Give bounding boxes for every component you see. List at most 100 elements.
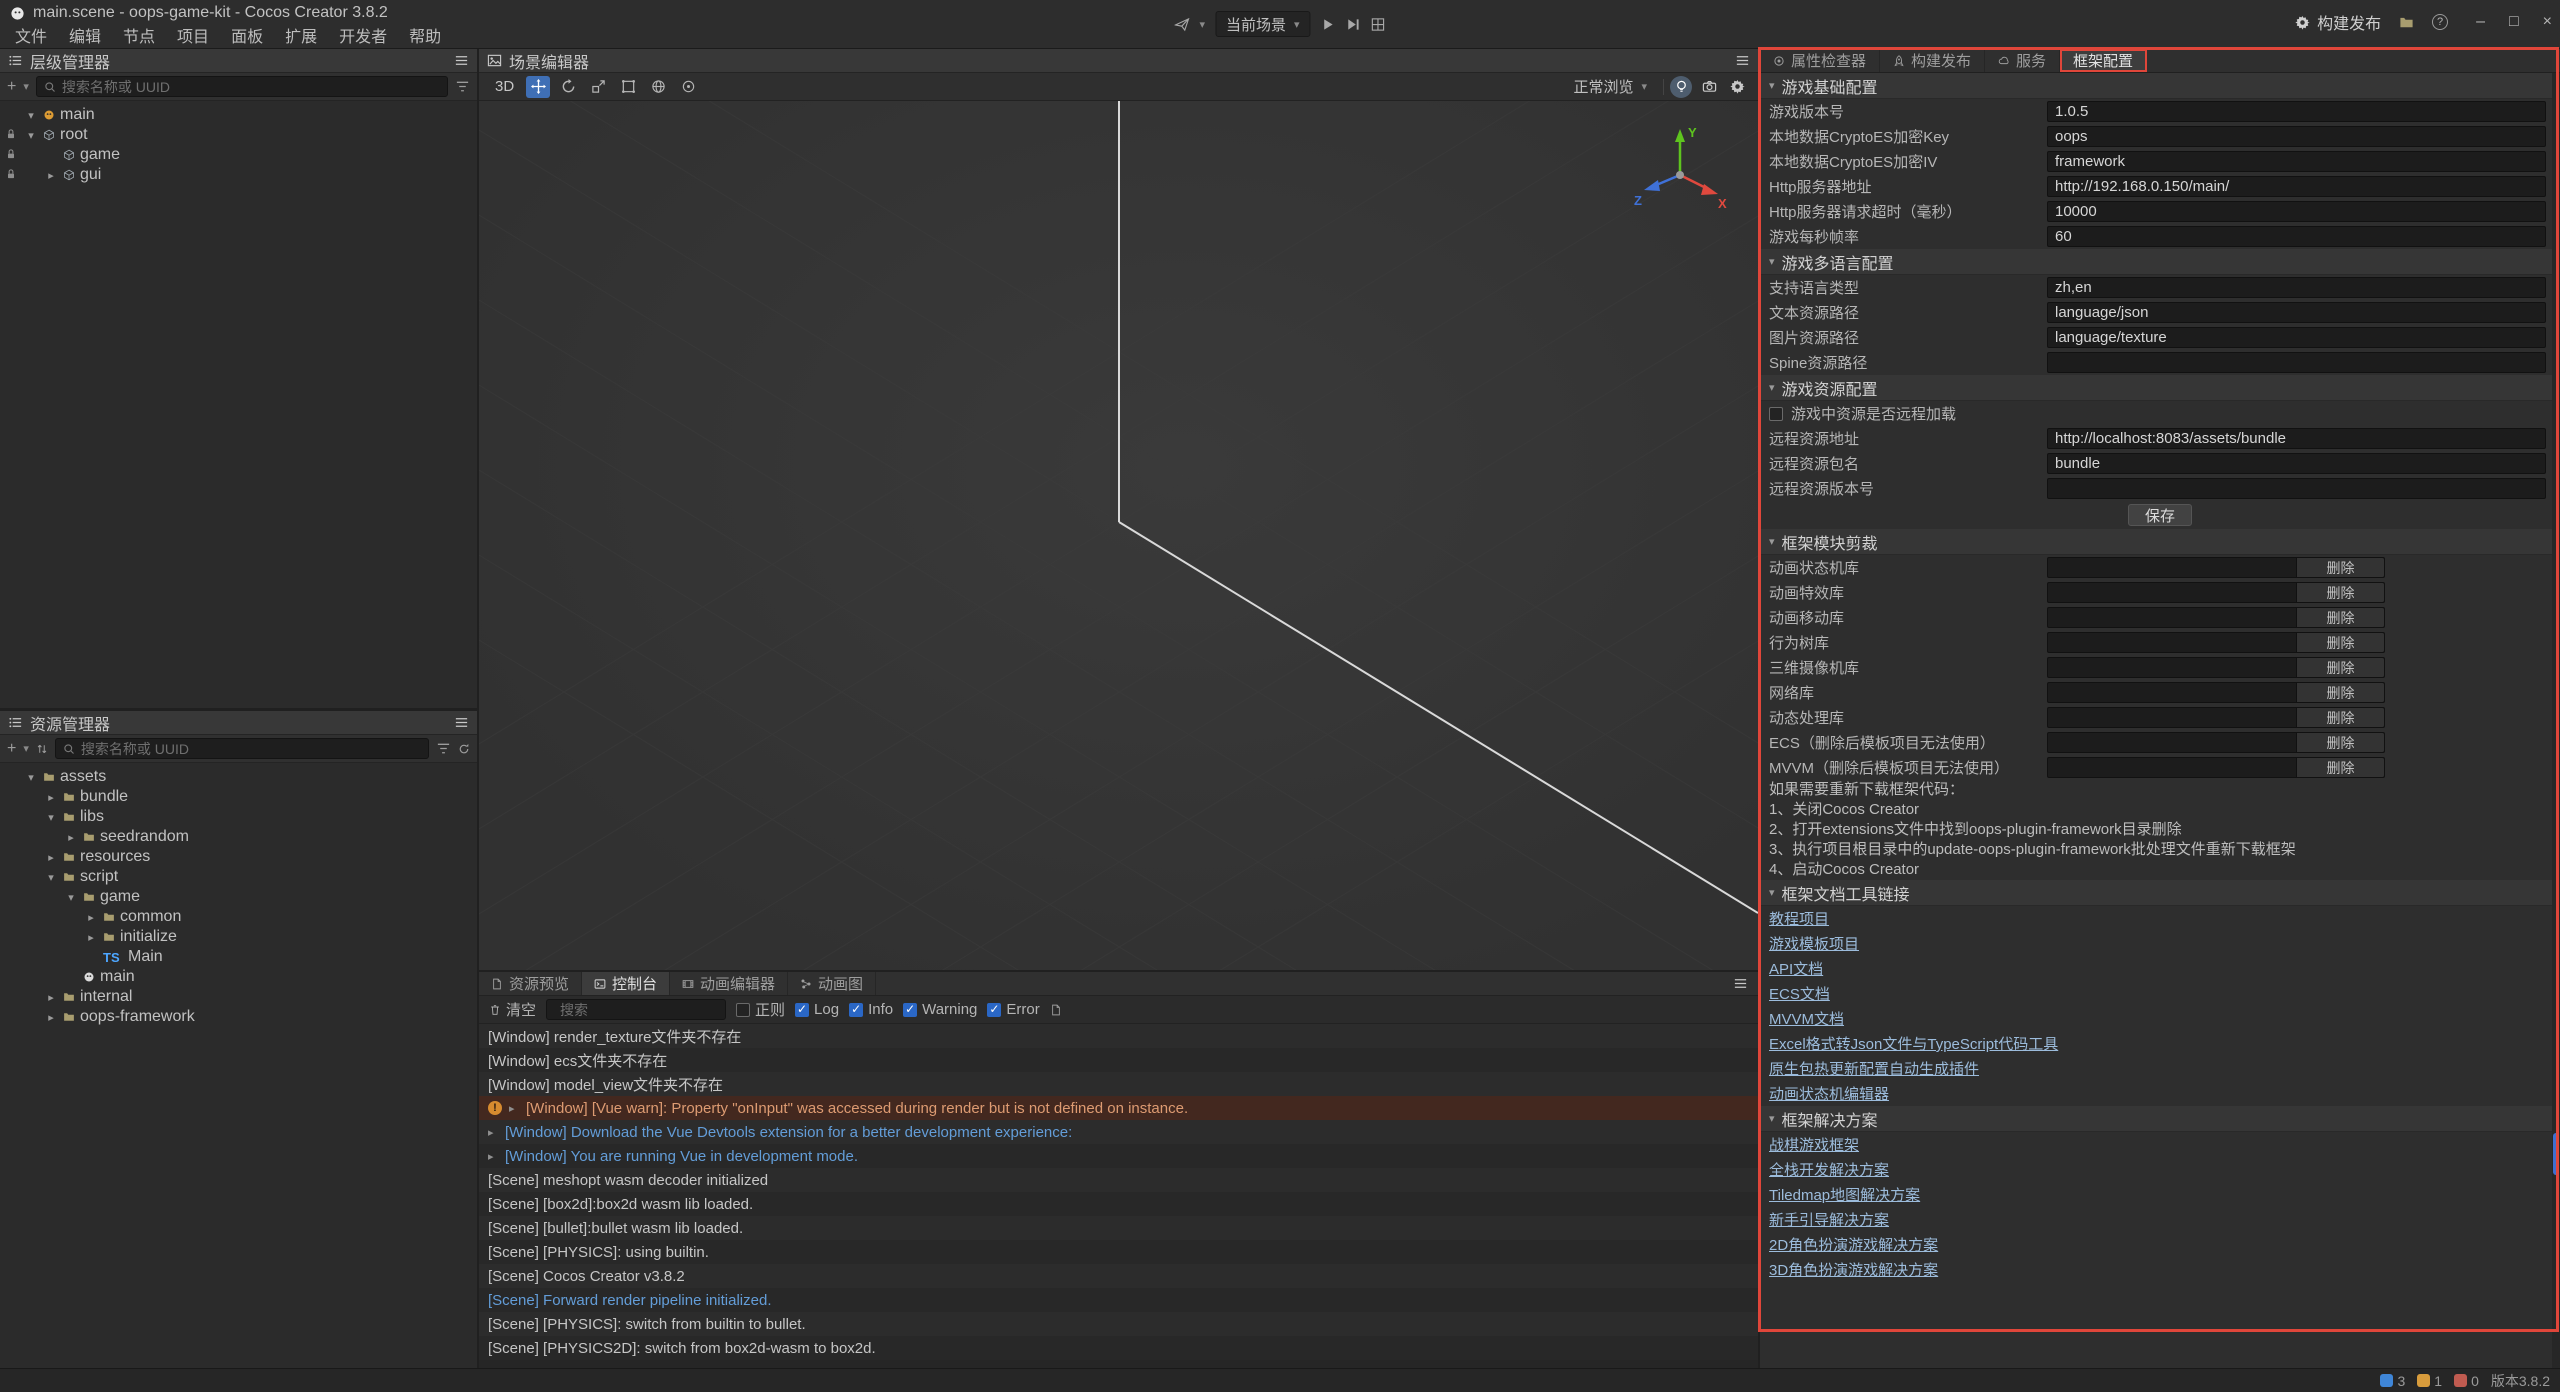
remote-bundle-input[interactable]	[2047, 453, 2546, 474]
error-filter[interactable]: Error	[987, 1001, 1039, 1018]
remote-url-input[interactable]	[2047, 428, 2546, 449]
tree-node-game[interactable]: game	[0, 145, 477, 165]
doc-link[interactable]: 教程项目	[1769, 908, 1829, 929]
solution-link[interactable]: 新手引导解决方案	[1769, 1209, 1889, 1230]
log-filter[interactable]: Log	[795, 1001, 839, 1018]
delete-module-button[interactable]: 删除	[2296, 608, 2384, 627]
section-basic-config[interactable]: ▾ 游戏基础配置	[1760, 73, 2560, 99]
log-row[interactable]: [Scene] [bullet]:bullet wasm lib loaded.	[479, 1216, 1758, 1240]
section-doc-links[interactable]: ▾ 框架文档工具链接	[1760, 880, 2560, 906]
console-search[interactable]	[546, 999, 726, 1020]
panel-menu-icon[interactable]	[1735, 53, 1750, 68]
console-log-list[interactable]: [Window] render_texture文件夹不存在 [Window] e…	[479, 1024, 1758, 1368]
expand-arrow[interactable]: ▸	[44, 851, 58, 864]
texture-path-input[interactable]	[2047, 327, 2546, 348]
log-row[interactable]: ▸ [Window] Download the Vue Devtools ext…	[479, 1120, 1758, 1144]
build-publish-button[interactable]: 构建发布	[2295, 10, 2381, 34]
solution-link[interactable]: 全栈开发解决方案	[1769, 1159, 1889, 1180]
tab-console[interactable]: 控制台	[582, 972, 670, 995]
info-filter[interactable]: Info	[849, 1001, 893, 1018]
http-timeout-input[interactable]	[2047, 201, 2546, 222]
expand-arrow[interactable]: ▸	[488, 1150, 498, 1163]
doc-link[interactable]: API文档	[1769, 958, 1823, 979]
remote-version-input[interactable]	[2047, 478, 2546, 499]
warning-filter[interactable]: Warning	[903, 1001, 977, 1018]
http-server-input[interactable]	[2047, 176, 2546, 197]
move-tool-button[interactable]	[526, 76, 550, 98]
dimension-toggle-button[interactable]: 3D	[489, 78, 520, 95]
log-row[interactable]: [Scene] [box2d]:box2d wasm lib loaded.	[479, 1192, 1758, 1216]
log-row[interactable]: [Scene] [PHYSICS]: using builtin.	[479, 1240, 1758, 1264]
error-count[interactable]: 0	[2454, 1373, 2479, 1389]
preview-platform-icon[interactable]	[1174, 17, 1189, 32]
doc-link[interactable]: MVVM文档	[1769, 1008, 1844, 1029]
delete-module-button[interactable]: 删除	[2296, 683, 2384, 702]
panel-menu-icon[interactable]	[1733, 976, 1748, 991]
doc-link[interactable]: 动画状态机编辑器	[1769, 1083, 1889, 1104]
delete-module-button[interactable]: 删除	[2296, 583, 2384, 602]
close-button[interactable]: ×	[2543, 13, 2552, 31]
delete-module-button[interactable]: 删除	[2296, 633, 2384, 652]
doc-link[interactable]: Excel格式转Json文件与TypeScript代码工具	[1769, 1033, 2058, 1054]
tab-property-inspector[interactable]: 属性检查器	[1760, 49, 1880, 72]
section-resource-config[interactable]: ▾ 游戏资源配置	[1760, 375, 2560, 401]
lock-icon[interactable]	[5, 148, 17, 160]
assets-search[interactable]	[55, 738, 429, 759]
asset-node-game[interactable]: ▾ game	[0, 887, 477, 907]
sort-assets-icon[interactable]	[36, 743, 48, 755]
tab-asset-preview[interactable]: 资源预览	[479, 972, 582, 995]
doc-link[interactable]: 游戏模板项目	[1769, 933, 1859, 954]
remote-load-checkbox[interactable]	[1769, 407, 1783, 421]
platform-caret-icon[interactable]: ▾	[1199, 18, 1205, 31]
menu-panel[interactable]: 面板	[220, 24, 274, 46]
tab-service[interactable]: 服务	[1985, 49, 2060, 72]
maximize-button[interactable]: □	[2509, 13, 2519, 31]
add-node-button[interactable]: +	[7, 78, 16, 96]
view-mode-dropdown[interactable]: 正常浏览 ▾	[1563, 74, 1657, 100]
expand-arrow[interactable]: ▸	[44, 791, 58, 804]
world-space-button[interactable]	[646, 76, 670, 98]
log-row[interactable]: ▸ [Window] You are running Vue in develo…	[479, 1144, 1758, 1168]
menu-developer[interactable]: 开发者	[328, 24, 398, 46]
asset-node-main-scene[interactable]: main	[0, 967, 477, 987]
hierarchy-search[interactable]	[36, 76, 448, 97]
tab-animation-graph[interactable]: 动画图	[788, 972, 876, 995]
log-row[interactable]: [Scene] [PHYSICS2D]: switch from box2d-w…	[479, 1336, 1758, 1360]
log-row[interactable]: [Scene] Forward render pipeline initiali…	[479, 1288, 1758, 1312]
expand-arrow[interactable]: ▾	[44, 871, 58, 884]
scene-camera-button[interactable]	[1698, 76, 1720, 98]
asset-node-script[interactable]: ▾ script	[0, 867, 477, 887]
add-asset-caret-icon[interactable]: ▾	[23, 742, 29, 755]
expand-arrow[interactable]: ▾	[44, 811, 58, 824]
expand-arrow[interactable]: ▸	[84, 911, 98, 924]
save-button[interactable]: 保存	[2128, 504, 2192, 526]
asset-node-seedrandom[interactable]: ▸ seedrandom	[0, 827, 477, 847]
crypto-key-input[interactable]	[2047, 126, 2546, 147]
assets-search-input[interactable]	[81, 741, 421, 757]
log-row[interactable]: [Scene] Cocos Creator v3.8.2	[479, 1264, 1758, 1288]
expand-arrow[interactable]: ▸	[44, 991, 58, 1004]
log-count[interactable]: 3	[2380, 1373, 2405, 1389]
menu-project[interactable]: 项目	[166, 24, 220, 46]
spine-path-input[interactable]	[2047, 352, 2546, 373]
section-module-trim[interactable]: ▾ 框架模块剪裁	[1760, 529, 2560, 555]
warning-count[interactable]: 1	[2417, 1373, 2442, 1389]
assets-filter-icon[interactable]	[436, 741, 451, 756]
hierarchy-search-input[interactable]	[62, 79, 440, 95]
crypto-iv-input[interactable]	[2047, 151, 2546, 172]
solution-link[interactable]: 战棋游戏框架	[1769, 1134, 1859, 1155]
minimize-button[interactable]: –	[2476, 13, 2485, 31]
collapse-logs-icon[interactable]	[1050, 1004, 1062, 1016]
scene-light-toggle[interactable]	[1670, 76, 1692, 98]
log-row[interactable]: [Window] model_view文件夹不存在	[479, 1072, 1758, 1096]
expand-arrow[interactable]: ▸	[44, 169, 58, 182]
scene-viewport[interactable]: Y X Z	[479, 101, 1758, 970]
expand-arrow[interactable]: ▸	[509, 1102, 519, 1115]
text-path-input[interactable]	[2047, 302, 2546, 323]
solution-link[interactable]: Tiledmap地图解决方案	[1769, 1184, 1920, 1205]
preview-window-button[interactable]	[1371, 17, 1386, 32]
delete-module-button[interactable]: 删除	[2296, 658, 2384, 677]
info-checkbox[interactable]	[849, 1003, 863, 1017]
tree-node-gui[interactable]: ▸ gui	[0, 165, 477, 185]
help-icon[interactable]: ?	[2432, 14, 2448, 30]
